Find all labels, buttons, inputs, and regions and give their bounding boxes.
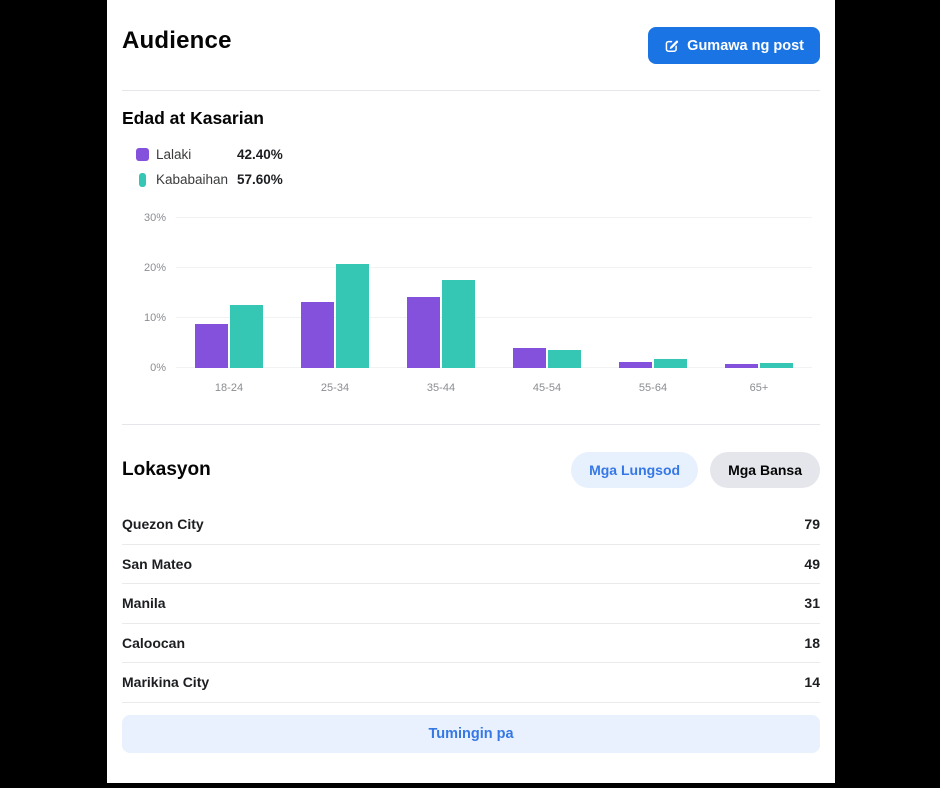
see-more-button[interactable]: Tumingin pa — [122, 714, 820, 753]
location-row[interactable]: Manila 31 — [122, 584, 820, 624]
location-tabs: Mga Lungsod Mga Bansa — [571, 452, 820, 488]
age-gender-chart: 18-24 25-34 35-44 45-54 55-64 65+ 0% 10% 20% 30% — [122, 206, 820, 398]
location-name: San Mateo — [122, 555, 193, 572]
bar-kababaihan-55-64[interactable] — [654, 359, 687, 368]
location-value: 31 — [804, 595, 820, 612]
header-divider — [122, 90, 820, 91]
create-post-button[interactable]: Gumawa ng post — [648, 27, 820, 64]
bar-lalaki-45-54[interactable] — [513, 348, 546, 368]
location-name: Caloocan — [122, 634, 186, 651]
location-row[interactable]: Quezon City 79 — [122, 505, 820, 545]
y-tick-label: 10% — [143, 312, 166, 324]
location-tab-mga-bansa[interactable]: Mga Bansa — [710, 452, 820, 488]
x-tick-label: 45-54 — [532, 382, 562, 394]
bar-group-55-64 — [600, 359, 706, 368]
location-value: 49 — [804, 555, 820, 572]
location-row[interactable]: San Mateo 49 — [122, 545, 820, 584]
bar-kababaihan-35-44[interactable] — [442, 280, 475, 368]
y-tick-label: 20% — [143, 262, 166, 274]
x-tick-label: 25-34 — [320, 382, 350, 394]
panel-header: Audience Gumawa ng post — [122, 0, 820, 64]
audience-panel: Audience Gumawa ng post Edad at Kasarian… — [107, 0, 835, 783]
bar-kababaihan-18-24[interactable] — [230, 305, 263, 368]
legend-swatch — [136, 148, 149, 161]
legend-value: 42.40% — [237, 147, 283, 162]
bar-lalaki-25-34[interactable] — [301, 301, 334, 368]
compose-icon — [664, 38, 679, 53]
legend-item: Lalaki 42.40% — [136, 142, 820, 167]
x-tick-label: 18-24 — [214, 382, 244, 394]
location-name: Manila — [122, 595, 166, 612]
section-divider — [122, 424, 820, 425]
age-gender-title: Edad at Kasarian — [122, 108, 264, 128]
bar-groups — [176, 218, 812, 368]
bar-group-45-54 — [494, 348, 600, 368]
x-tick-label: 35-44 — [426, 382, 456, 394]
bar-group-35-44 — [388, 280, 494, 368]
location-value: 79 — [804, 516, 820, 533]
location-name: Marikina City — [122, 674, 210, 691]
legend-item: Kababaihan 57.60% — [136, 167, 820, 192]
bar-lalaki-55-64[interactable] — [619, 362, 652, 368]
bar-kababaihan-65+[interactable] — [760, 362, 793, 368]
bar-lalaki-35-44[interactable] — [407, 297, 440, 368]
bar-group-18-24 — [176, 305, 282, 368]
location-header: Lokasyon Mga Lungsod Mga Bansa — [122, 452, 820, 488]
bar-lalaki-18-24[interactable] — [195, 324, 228, 368]
legend-label: Kababaihan — [156, 172, 229, 187]
legend-swatch — [139, 172, 146, 187]
y-tick-label: 30% — [143, 212, 166, 224]
plot-area — [176, 217, 812, 368]
location-name: Quezon City — [122, 516, 204, 533]
page-title: Audience — [122, 27, 232, 54]
x-tick-label: 55-64 — [638, 382, 668, 394]
x-axis: 18-24 25-34 35-44 45-54 55-64 65+ — [176, 382, 812, 394]
bar-kababaihan-45-54[interactable] — [548, 349, 581, 368]
x-tick-label: 65+ — [749, 382, 769, 394]
legend-value: 57.60% — [237, 172, 283, 187]
location-row[interactable]: Caloocan 18 — [122, 624, 820, 663]
chart-legend: Lalaki 42.40% Kababaihan 57.60% — [136, 142, 820, 192]
bar-group-65+ — [706, 362, 812, 368]
location-title: Lokasyon — [122, 459, 211, 480]
location-value: 18 — [804, 634, 820, 651]
location-tab-mga-lungsod[interactable]: Mga Lungsod — [571, 452, 699, 488]
bar-group-25-34 — [282, 264, 388, 368]
location-table: Quezon City 79 San Mateo 49 Manila 31 Caloocan… — [122, 505, 820, 703]
bar-lalaki-65+[interactable] — [725, 363, 758, 368]
create-post-label: Gumawa ng post — [687, 37, 804, 54]
bar-kababaihan-25-34[interactable] — [336, 264, 369, 368]
y-tick-label: 0% — [150, 362, 166, 374]
location-value: 14 — [804, 674, 820, 691]
legend-label: Lalaki — [156, 147, 192, 162]
location-row[interactable]: Marikina City 14 — [122, 663, 820, 703]
